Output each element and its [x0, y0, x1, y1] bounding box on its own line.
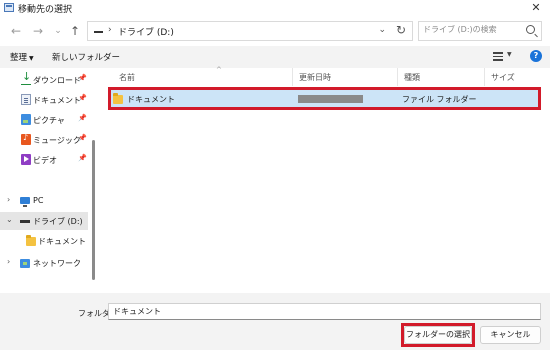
- pictures-icon: [21, 114, 31, 125]
- sidebar-item-label: PC: [33, 196, 44, 205]
- drive-icon: [94, 31, 103, 33]
- videos-icon: [21, 154, 31, 165]
- pin-icon[interactable]: 📌: [78, 94, 87, 102]
- sidebar-item-videos[interactable]: ビデオ 📌: [0, 151, 88, 169]
- navigation-scrollbar[interactable]: [92, 68, 95, 288]
- command-bar: 整理 ▼ 新しいフォルダー ▼ ?: [0, 46, 550, 68]
- navigation-bar: ← → ⌄ ↑ › ドライブ (D:) ⌄ ↻: [0, 16, 550, 46]
- column-header-date[interactable]: 更新日時: [293, 68, 398, 86]
- dialog-footer: フォルダー: フォルダーの選択 キャンセル: [0, 293, 550, 350]
- column-header-type[interactable]: 種類: [398, 68, 485, 86]
- chevron-right-icon[interactable]: ›: [7, 257, 10, 266]
- folder-name-field[interactable]: [108, 303, 541, 320]
- sidebar-item-documents[interactable]: ドキュメント 📌: [0, 91, 88, 109]
- folder-icon: [113, 93, 123, 104]
- organize-button[interactable]: 整理 ▼: [10, 51, 34, 63]
- chevron-down-icon[interactable]: ⌄: [6, 215, 13, 224]
- recent-locations-chevron-icon[interactable]: ⌄: [50, 24, 66, 38]
- dialog-icon: [4, 3, 14, 12]
- sidebar-item-drive-d[interactable]: ⌄ ドライブ (D:): [0, 212, 88, 230]
- file-type: ファイル フォルダー: [402, 95, 477, 104]
- file-name: ドキュメント: [127, 95, 175, 104]
- sort-ascending-icon: ^: [216, 66, 222, 74]
- organize-label: 整理: [10, 53, 28, 63]
- sidebar-item-documents-folder[interactable]: ドキュメント: [0, 232, 88, 250]
- search-box[interactable]: [418, 21, 542, 41]
- pin-icon[interactable]: 📌: [78, 114, 87, 122]
- folder-icon: [26, 235, 36, 246]
- cancel-button[interactable]: キャンセル: [480, 326, 541, 344]
- sidebar-item-label: ミュージック: [33, 136, 81, 145]
- sidebar-item-label: ネットワーク: [33, 259, 81, 268]
- new-folder-button[interactable]: 新しいフォルダー: [52, 51, 120, 63]
- pin-icon[interactable]: 📌: [78, 74, 87, 82]
- file-row[interactable]: ドキュメント ファイル フォルダー: [111, 90, 538, 107]
- chevron-down-icon[interactable]: ▼: [507, 51, 512, 58]
- sidebar-item-music[interactable]: ミュージック 📌: [0, 131, 88, 149]
- back-arrow-icon[interactable]: ←: [8, 24, 24, 38]
- breadcrumb-separator: ›: [108, 25, 112, 35]
- refresh-icon[interactable]: ↻: [396, 23, 406, 37]
- search-icon[interactable]: [526, 25, 535, 34]
- close-button[interactable]: ✕: [522, 0, 550, 16]
- sidebar-item-label: ダウンロード: [33, 76, 81, 85]
- sidebar-item-downloads[interactable]: ダウンロード 📌: [0, 70, 88, 89]
- view-options-icon[interactable]: [493, 52, 503, 61]
- column-label: 名前: [119, 73, 135, 82]
- chevron-right-icon[interactable]: ›: [7, 195, 10, 204]
- network-icon: [20, 259, 30, 268]
- breadcrumb-drive[interactable]: ドライブ (D:): [118, 25, 174, 38]
- file-date-redacted: [298, 95, 363, 103]
- download-icon: [21, 70, 31, 85]
- sidebar-item-pictures[interactable]: ピクチャ 📌: [0, 111, 88, 129]
- window-title: 移動先の選択: [18, 5, 73, 15]
- column-header-size[interactable]: サイズ: [485, 68, 540, 86]
- column-label: 更新日時: [299, 73, 331, 82]
- up-arrow-icon[interactable]: ↑: [67, 24, 83, 38]
- music-icon: [21, 133, 31, 145]
- pin-icon[interactable]: 📌: [78, 134, 87, 142]
- drive-icon: [20, 220, 30, 223]
- sidebar-item-label: ビデオ: [33, 156, 57, 165]
- sidebar-item-label: ドキュメント: [33, 96, 81, 105]
- column-label: 種類: [404, 73, 420, 82]
- forward-arrow-icon[interactable]: →: [30, 24, 46, 38]
- navigation-pane: ダウンロード 📌 ドキュメント 📌 ピクチャ 📌 ミュージック 📌 ビデオ 📌 …: [0, 68, 98, 293]
- sidebar-item-label: ピクチャ: [33, 116, 65, 125]
- chevron-down-icon[interactable]: ⌄: [378, 25, 386, 35]
- sidebar-item-label: ドキュメント: [38, 237, 86, 246]
- sidebar-item-label: ドライブ (D:): [33, 217, 83, 226]
- title-bar: 移動先の選択 ✕: [0, 0, 550, 16]
- pc-icon: [20, 197, 30, 207]
- address-bar[interactable]: › ドライブ (D:) ⌄ ↻: [87, 21, 413, 41]
- scrollbar-thumb[interactable]: [92, 140, 95, 280]
- search-input[interactable]: [423, 25, 523, 34]
- sidebar-item-network[interactable]: › ネットワーク: [0, 254, 88, 272]
- chevron-down-icon: ▼: [29, 55, 34, 62]
- pin-icon[interactable]: 📌: [78, 154, 87, 162]
- column-label: サイズ: [491, 73, 515, 82]
- column-header-name[interactable]: ^ 名前: [113, 66, 293, 86]
- file-list: ^ 名前 更新日時 種類 サイズ ドキュメント ファイル フォルダー: [99, 66, 550, 293]
- select-folder-button[interactable]: フォルダーの選択: [404, 326, 472, 344]
- help-icon[interactable]: ?: [530, 50, 542, 62]
- documents-icon: [21, 94, 31, 105]
- sidebar-item-pc[interactable]: › PC: [0, 192, 88, 210]
